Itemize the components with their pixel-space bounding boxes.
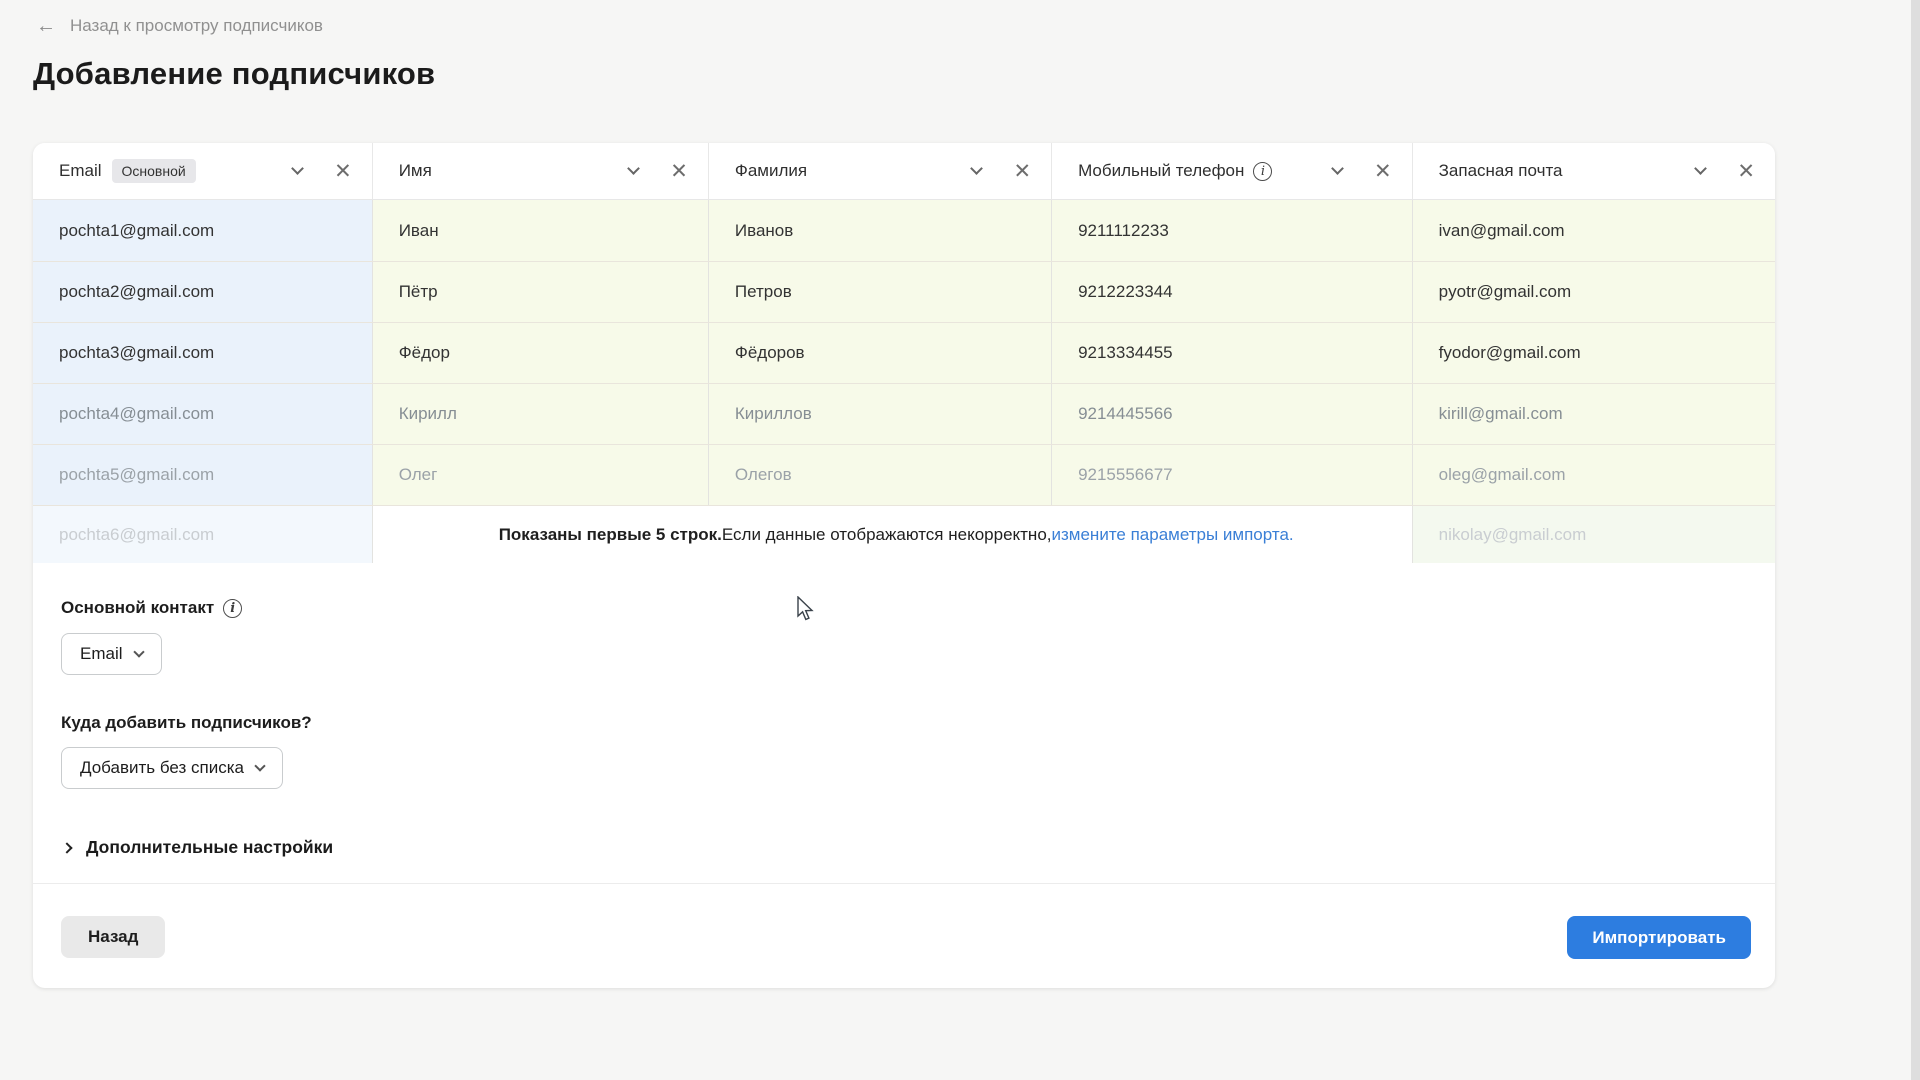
remove-column-icon[interactable]: ✕ (334, 161, 352, 182)
table-cell: 9214445566 (1052, 384, 1413, 444)
chevron-down-icon (132, 646, 145, 658)
table-cell: 9213334455 (1052, 323, 1413, 383)
column-header-2: Имя ✕ (372, 143, 709, 199)
column-label: Запасная почта (1438, 161, 1563, 180)
table-header-row: Email Основной ✕ Имя ✕ Фамилия ✕ Мобильный теле… (33, 143, 1775, 200)
rows-note-text: Если данные отображаются некорректно, (721, 524, 1052, 544)
chevron-down-icon[interactable] (970, 162, 984, 175)
column-label: Мобильный телефон (1078, 161, 1245, 180)
chevron-right-icon (61, 841, 73, 854)
remove-column-icon[interactable]: ✕ (1374, 161, 1392, 182)
table-cell: pochta2@gmail.com (33, 262, 373, 322)
table-cell: Кириллов (708, 384, 1053, 444)
table-row: pochta3@gmail.com Фёдор Фёдоров 9213334455 f… (33, 322, 1775, 383)
import-card: Email Основной ✕ Имя ✕ Фамилия ✕ Мобильный теле… (33, 143, 1775, 988)
table-cell: pochta1@gmail.com (33, 200, 373, 261)
primary-contact-label-row: Основной контакт i (61, 598, 243, 618)
advanced-settings-label: Дополнительные настройки (86, 837, 334, 857)
table-cell: Петров (708, 262, 1053, 322)
table-cell: Кирилл (372, 384, 709, 444)
card-footer: Назад Импортировать (33, 883, 1775, 988)
add-to-list-value: Добавить без списка (80, 758, 244, 777)
table-cell-email: pochta6@gmail.com (33, 506, 373, 563)
column-header-4: Мобильный телефон i ✕ (1052, 143, 1413, 199)
table-cell: fyodor@gmail.com (1412, 323, 1775, 383)
column-label: Имя (398, 161, 432, 180)
add-to-list-select[interactable]: Добавить без списка (61, 747, 283, 789)
advanced-settings-toggle[interactable]: Дополнительные настройки (61, 837, 334, 858)
remove-column-icon[interactable]: ✕ (1737, 161, 1755, 182)
chevron-down-icon (254, 760, 266, 772)
table-row: pochta1@gmail.com Иван Иванов 9211112233 iva… (33, 200, 1775, 261)
table-cell: 9212223344 (1052, 262, 1413, 322)
table-cell: pochta3@gmail.com (33, 323, 373, 383)
remove-column-icon[interactable]: ✕ (1013, 161, 1031, 182)
table-cell: 9215556677 (1052, 445, 1413, 505)
table-cell: oleg@gmail.com (1412, 445, 1775, 505)
table-cell: pochta5@gmail.com (33, 445, 373, 505)
rows-note-bold: Показаны первые 5 строк. (498, 524, 722, 544)
primary-contact-info-icon[interactable]: i (223, 598, 243, 618)
column-header-1: Email Основной ✕ (33, 143, 373, 199)
table-cell: Иван (372, 200, 709, 261)
table-cell: ivan@gmail.com (1412, 200, 1775, 261)
chevron-down-icon[interactable] (1331, 162, 1344, 175)
chevron-down-icon[interactable] (627, 162, 641, 175)
table-cell: Фёдор (372, 323, 709, 383)
chevron-down-icon[interactable] (1694, 162, 1708, 175)
page-title: Добавление подписчиков (33, 56, 436, 91)
table-cell: Фёдоров (708, 323, 1053, 383)
table-row: pochta5@gmail.com Олег Олегов 9215556677 ole… (33, 444, 1775, 505)
add-to-list-label: Куда добавить подписчиков? (61, 713, 312, 732)
column-label: Фамилия (734, 161, 808, 180)
table-cell: kirill@gmail.com (1412, 384, 1775, 444)
table-cell: Олегов (708, 445, 1053, 505)
table-cell: pyotr@gmail.com (1412, 262, 1775, 322)
rows-note: Показаны первые 5 строк. Если данные ото… (372, 506, 1413, 563)
table-last-row: pochta6@gmail.com Показаны первые 5 стро… (33, 505, 1775, 563)
table-cell: Иванов (708, 200, 1053, 261)
primary-badge: Основной (111, 159, 196, 183)
column-label: Email (59, 161, 102, 180)
chevron-down-icon[interactable] (291, 162, 304, 175)
table-cell: Олег (372, 445, 709, 505)
import-button[interactable]: Импортировать (1567, 916, 1751, 959)
primary-contact-value: Email (80, 644, 123, 663)
table-row: pochta2@gmail.com Пётр Петров 9212223344 pyo… (33, 261, 1775, 322)
table-body: pochta1@gmail.com Иван Иванов 9211112233 iva… (33, 200, 1775, 505)
table-row: pochta4@gmail.com Кирилл Кириллов 921444556… (33, 383, 1775, 444)
primary-contact-select[interactable]: Email (61, 633, 162, 675)
primary-contact-label: Основной контакт (61, 598, 215, 617)
column-info-icon[interactable]: i (1253, 161, 1273, 181)
column-header-5: Запасная почта ✕ (1412, 143, 1775, 199)
column-header-3: Фамилия ✕ (708, 143, 1053, 199)
back-button[interactable]: Назад (61, 916, 166, 958)
back-link[interactable]: ← Назад к просмотру подписчиков (36, 16, 323, 36)
change-import-settings-link[interactable]: измените параметры импорта. (1052, 525, 1294, 545)
table-cell: pochta4@gmail.com (33, 384, 373, 444)
scrollbar[interactable] (1911, 0, 1920, 1080)
back-arrow-icon: ← (36, 15, 56, 37)
remove-column-icon[interactable]: ✕ (670, 161, 688, 182)
table-cell: Пётр (372, 262, 709, 322)
back-link-label: Назад к просмотру подписчиков (70, 16, 323, 35)
table-cell-backup-email: nikolay@gmail.com (1412, 506, 1775, 563)
table-cell: 9211112233 (1052, 200, 1413, 261)
